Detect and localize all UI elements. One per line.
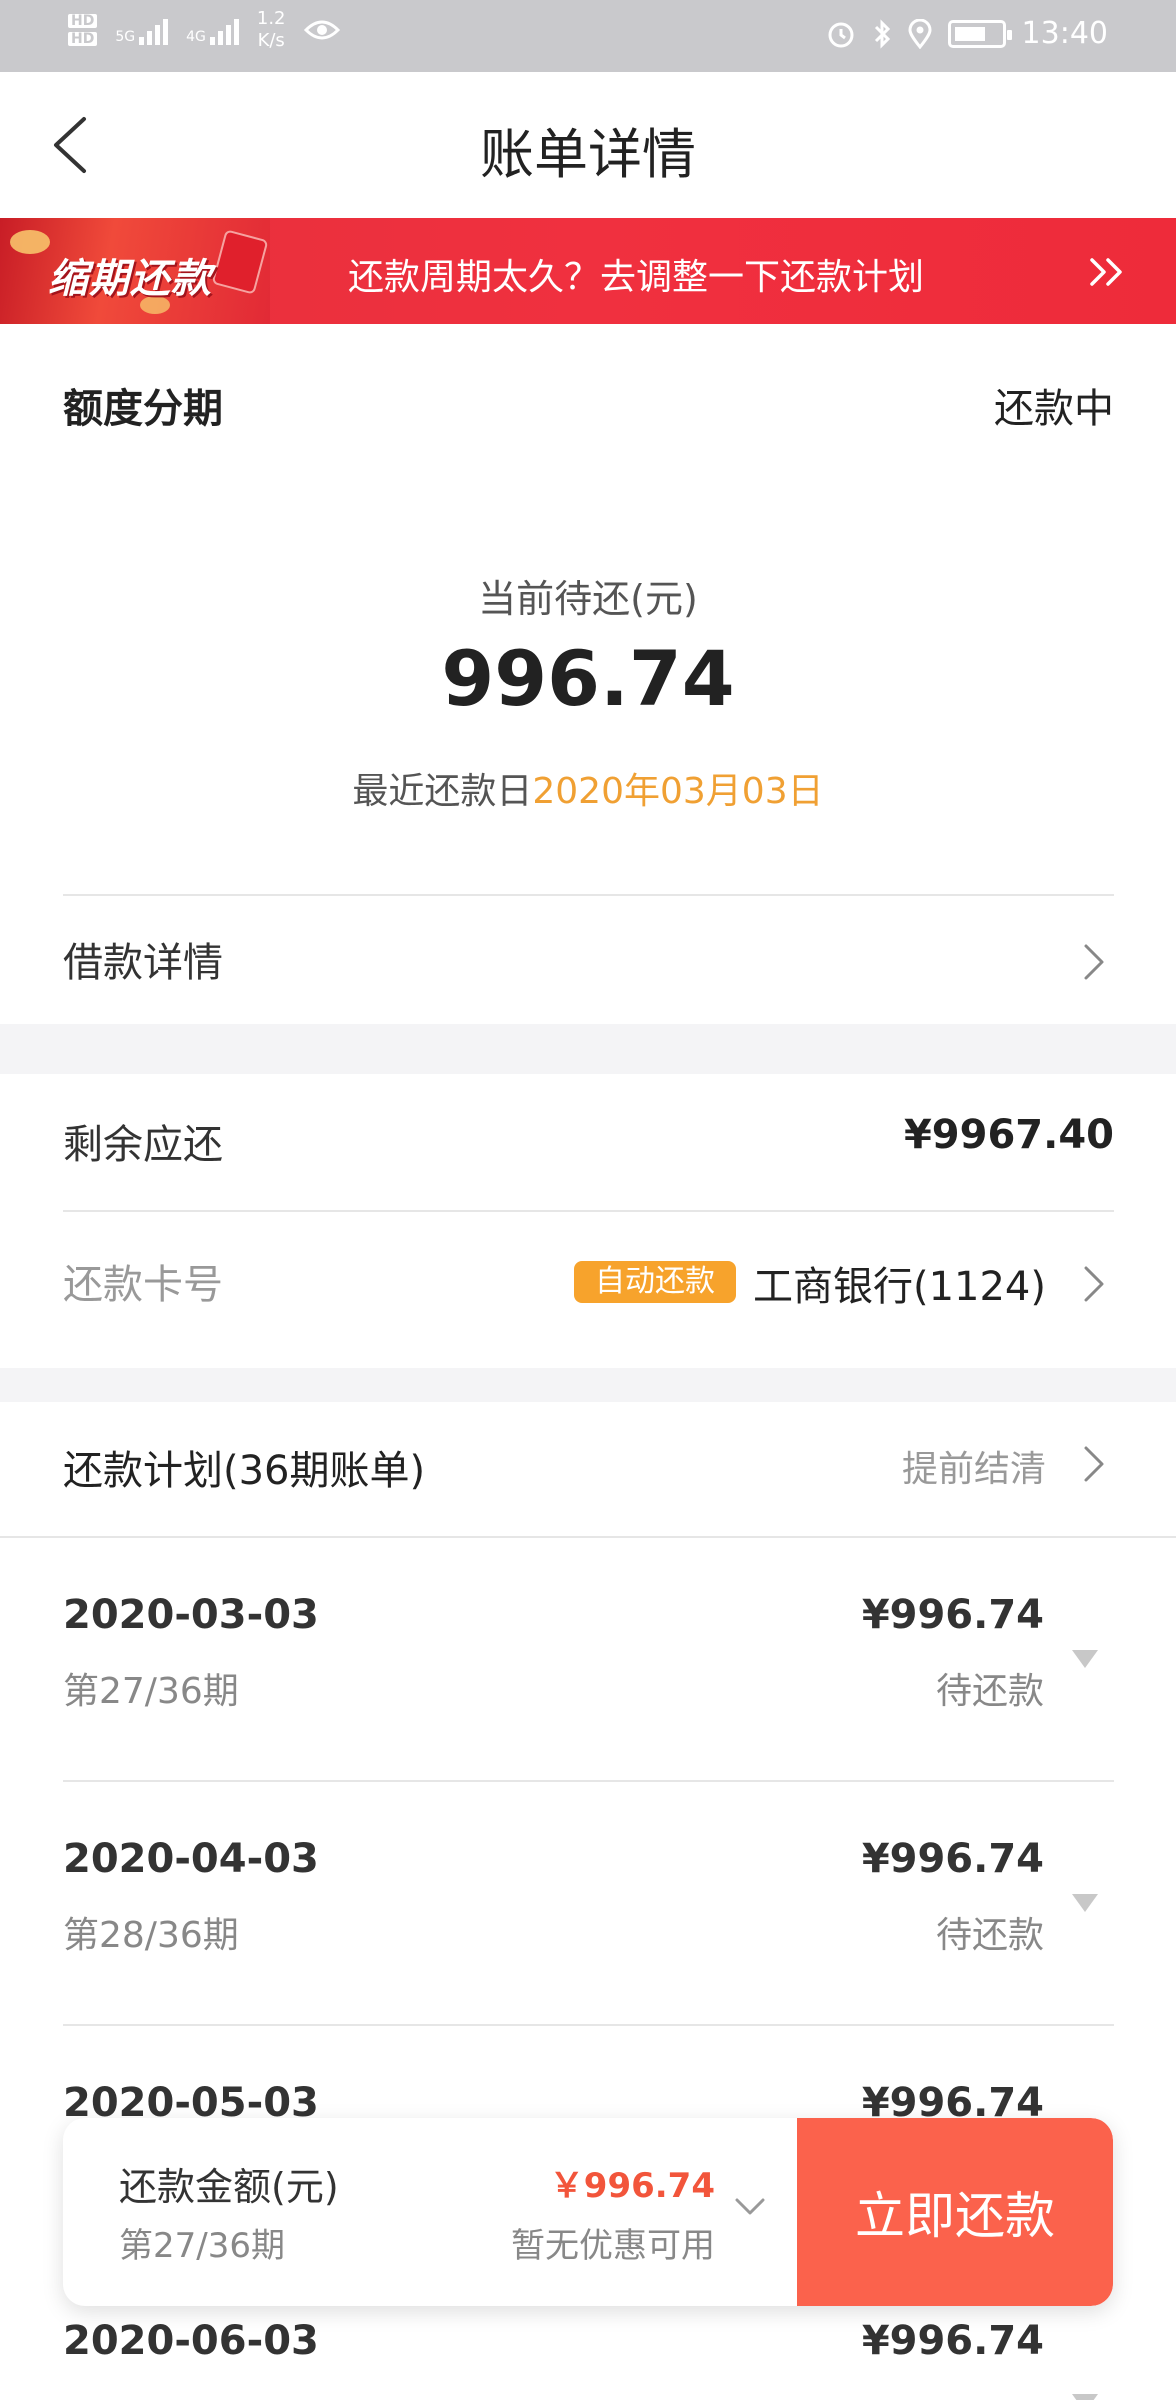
status-bar-right: 13:40 — [826, 16, 1108, 51]
plan-date: 2020-03-03 — [63, 1592, 319, 1638]
banner-text: 还款周期太久？去调整一下还款计划 — [348, 257, 925, 298]
status-time: 13:40 — [1021, 16, 1108, 51]
auto-repay-badge: 自动还款 — [574, 1261, 736, 1303]
plan-amount: ¥996.74 — [861, 1836, 1044, 1882]
plan-status: 待还款 — [935, 1915, 1044, 1956]
expand-triangle-icon[interactable] — [1072, 1650, 1098, 1668]
network-speed: 1.2 K/s — [257, 8, 286, 52]
hd-label-2: HD — [68, 32, 98, 46]
chevron-right-icon — [1084, 1266, 1104, 1302]
remaining-card: 剩余应还 ¥9967.40 还款卡号 自动还款 工商银行(1124) — [0, 1074, 1176, 1368]
signal-bars-icon — [139, 15, 169, 45]
next-repayment-date: 最近还款日2020年03月03日 — [0, 762, 1176, 814]
banner-logo-text: 缩期还款 — [48, 256, 212, 302]
plan-status: 待还款 — [935, 1671, 1044, 1712]
discount-text: 暂无优惠可用 — [511, 2226, 715, 2266]
red-envelope-icon — [211, 229, 269, 295]
speed-unit: K/s — [257, 30, 285, 51]
pay-amount: ￥996.74 — [549, 2166, 715, 2206]
bill-summary-card: 额度分期 还款中 当前待还(元) 996.74 最近还款日2020年03月03日… — [0, 324, 1176, 1024]
signal-bars-icon — [209, 15, 239, 45]
signal-4g: 4G — [186, 15, 239, 45]
promo-banner[interactable]: 缩期还款 还款周期太久？去调整一下还款计划 — [0, 218, 1176, 324]
chevron-right-icon — [1084, 944, 1104, 980]
plan-date: 2020-06-03 — [63, 2318, 319, 2364]
status-bar-left: HD HD 5G 4G 1.2 K/s — [68, 8, 340, 52]
expand-triangle-icon[interactable] — [1072, 1894, 1098, 1912]
plan-title: 还款计划(36期账单) — [63, 1448, 426, 1494]
chevron-right-icon — [1084, 1446, 1104, 1482]
current-due-label: 当前待还(元) — [478, 577, 698, 621]
hd-indicator: HD HD — [68, 14, 98, 46]
loan-type: 额度分期 — [63, 386, 223, 432]
plan-item[interactable]: 2020-04-03 第28/36期 ¥996.74 待还款 — [0, 1782, 1176, 2026]
plan-amount: ¥996.74 — [861, 2318, 1044, 2364]
chevron-down-icon — [735, 2198, 765, 2215]
double-chevron-right-icon — [1090, 258, 1122, 286]
bluetooth-icon — [874, 18, 890, 49]
net-5g-label: 5G — [115, 29, 136, 45]
repayment-status: 还款中 — [994, 386, 1114, 432]
card-number-label: 还款卡号 — [63, 1262, 223, 1308]
loan-details-row[interactable]: 借款详情 — [0, 896, 1176, 1024]
hd-label-1: HD — [68, 14, 98, 28]
coin-icon — [10, 230, 50, 254]
eye-icon — [303, 20, 340, 40]
early-settle-label: 提前结清 — [901, 1449, 1046, 1490]
date-value: 2020年03月03日 — [532, 771, 824, 812]
banner-logo: 缩期还款 — [0, 218, 270, 324]
status-bar: HD HD 5G 4G 1.2 K/s 13:40 — [0, 0, 1176, 72]
loan-details-label: 借款详情 — [63, 940, 223, 986]
remaining-amount: ¥9967.40 — [903, 1112, 1114, 1158]
net-4g-label: 4G — [186, 29, 206, 45]
discount-selector[interactable]: ￥996.74 暂无优惠可用 — [443, 2138, 773, 2288]
plan-period: 第27/36期 — [63, 1671, 239, 1712]
location-icon — [908, 18, 932, 49]
pay-period: 第27/36期 — [119, 2226, 285, 2266]
current-due-amount: 996.74 — [441, 634, 735, 723]
pay-now-button[interactable]: 立即还款 — [797, 2118, 1113, 2306]
pay-bar: 还款金额(元) 第27/36期 ￥996.74 暂无优惠可用 立即还款 — [63, 2118, 1113, 2306]
plan-date: 2020-04-03 — [63, 1836, 319, 1882]
alarm-icon — [828, 22, 854, 47]
signal-5g: 5G — [115, 15, 169, 45]
bank-card: 工商银行(1124) — [752, 1264, 1046, 1310]
plan-amount: ¥996.74 — [861, 1592, 1044, 1638]
speed-value: 1.2 — [256, 8, 286, 29]
page-title: 账单详情 — [480, 123, 696, 186]
battery-icon — [947, 19, 1012, 48]
plan-period: 第28/36期 — [63, 1915, 239, 1956]
early-settle-link[interactable]: 提前结清 — [836, 1402, 1176, 1536]
repayment-card-row[interactable]: 还款卡号 自动还款 工商银行(1124) — [0, 1212, 1176, 1368]
remaining-label: 剩余应还 — [63, 1122, 223, 1168]
plan-item[interactable]: 2020-03-03 第27/36期 ¥996.74 待还款 — [0, 1538, 1176, 1782]
pay-amount-label: 还款金额(元) — [119, 2165, 339, 2209]
nav-bar: 账单详情 — [0, 72, 1176, 218]
date-prefix: 最近还款日 — [352, 771, 533, 812]
expand-triangle-icon[interactable] — [1072, 2394, 1098, 2400]
